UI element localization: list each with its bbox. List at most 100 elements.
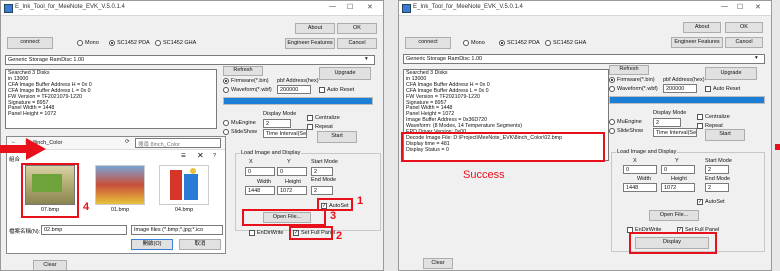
title-bar: E_Ink_Tool_for_MeeNote_EVK_V.5.0.1.4 — ☐… [1, 1, 383, 16]
chevron-down-icon: ▾ [365, 56, 368, 62]
close-icon[interactable]: ✕ [755, 3, 761, 11]
log-line: Panel Height = 1072 [8, 111, 57, 118]
storage-select[interactable]: Generic Storage RamDisc 1.00 [403, 54, 765, 64]
end-mode-input[interactable]: 2 [311, 186, 333, 195]
x-label: X [249, 159, 253, 165]
view-icon[interactable]: ☰ [181, 153, 186, 159]
open-file-button[interactable]: Open File... [649, 210, 699, 221]
start-button[interactable]: Start [317, 131, 357, 143]
sc1452-gha-label: SC1452 GHA [163, 40, 197, 46]
file-thumb-01[interactable] [95, 165, 145, 205]
dialog-search-input[interactable]: 搜尋 8inch_Color [135, 138, 221, 148]
height-input[interactable]: 1072 [661, 183, 695, 192]
waveform-radio[interactable] [609, 86, 615, 92]
start-button[interactable]: Start [705, 129, 745, 141]
end-mode-input[interactable]: 2 [705, 183, 729, 192]
x-input[interactable]: 0 [245, 167, 275, 176]
help-icon[interactable]: ? [213, 153, 216, 159]
annotation-box-log-result [401, 132, 605, 162]
display-mode-select[interactable]: 2 [263, 119, 291, 128]
firmware-radio[interactable] [223, 78, 229, 84]
start-mode-input[interactable]: 2 [311, 167, 333, 176]
refresh-icon[interactable]: ⟳ [125, 139, 130, 145]
status-log: Searched 3 Disks in 13000 CFA Image Buff… [5, 69, 217, 129]
engineer-features-button[interactable]: Engineer Features [671, 37, 723, 48]
mono-radio[interactable] [463, 40, 469, 46]
auto-reset-checkbox[interactable] [319, 87, 325, 93]
endirwrite-label: EnDirWrite [257, 230, 284, 236]
waveform-radio[interactable] [223, 87, 229, 93]
start-mode-input[interactable]: 2 [705, 165, 729, 174]
cancel-button[interactable]: Cancel [337, 38, 377, 49]
repeat-checkbox[interactable] [307, 124, 313, 130]
success-annotation: Success [463, 169, 505, 181]
slideshow-radio[interactable] [223, 129, 229, 135]
maximize-icon[interactable]: ☐ [737, 3, 743, 11]
centralize-checkbox[interactable] [697, 114, 703, 120]
width-input[interactable]: 1448 [245, 186, 275, 195]
clear-button[interactable]: Clear [423, 258, 453, 269]
sc1452-pda-radio[interactable] [499, 40, 505, 46]
close-icon[interactable]: ✕ [367, 3, 373, 11]
height-input[interactable]: 1072 [277, 186, 307, 195]
auto-reset-checkbox[interactable] [705, 86, 711, 92]
annotation-box-selected-file [21, 163, 79, 218]
dialog-cancel-button[interactable]: 取消 [179, 239, 221, 250]
height-label: Height [285, 179, 301, 185]
connect-button[interactable]: connect [7, 37, 53, 49]
sc1452-pda-radio[interactable] [109, 40, 115, 46]
time-interval-input[interactable]: Time Interval(Secs) [653, 128, 697, 137]
sc1452-gha-radio[interactable] [155, 40, 161, 46]
upgrade-button[interactable]: Upgrade [705, 67, 757, 80]
autoset-checkbox[interactable]: ✓ [697, 199, 703, 205]
file-name-01: 01.bmp [110, 207, 130, 213]
slideshow-radio[interactable] [609, 128, 615, 134]
cancel-button[interactable]: Cancel [725, 37, 763, 48]
end-mode-label: End Mode [311, 177, 337, 183]
maximize-icon[interactable]: ☐ [347, 3, 353, 11]
mono-radio[interactable] [77, 40, 83, 46]
engineer-features-button[interactable]: Engineer Features [285, 38, 335, 49]
display-mode-label: Display Mode [653, 110, 687, 116]
ok-button[interactable]: OK [337, 23, 377, 34]
refresh-button[interactable]: Refresh [223, 66, 263, 76]
waveform-label: Waveform(*.wbf) [231, 87, 272, 93]
file-type-filter[interactable]: Image files (*.bmp;*.jpg;*.ico [131, 225, 223, 235]
display-mode-label: Display Mode [263, 111, 297, 117]
sc1452-gha-radio[interactable] [545, 40, 551, 46]
firmware-radio[interactable] [609, 77, 615, 83]
sc1452-pda-label: SC1452 PDA [507, 40, 540, 46]
progress-bar [609, 96, 765, 104]
mu-engine-radio[interactable] [609, 119, 615, 125]
y-input[interactable]: 0 [661, 165, 695, 174]
upgrade-button[interactable]: Upgrade [319, 67, 371, 80]
repeat-label: Repeat [315, 124, 333, 130]
dialog-close-icon[interactable]: ✕ [197, 151, 204, 160]
file-thumb-04[interactable] [159, 165, 209, 205]
time-interval-input[interactable]: Time Interval(Secs) [263, 129, 307, 138]
connect-button[interactable]: connect [405, 37, 451, 49]
clear-button[interactable]: Clear [33, 260, 67, 270]
mu-engine-radio[interactable] [223, 120, 229, 126]
refresh-button[interactable]: Refresh [609, 65, 649, 75]
endirwrite-checkbox[interactable] [249, 230, 255, 236]
minimize-icon[interactable]: — [329, 3, 336, 10]
waveform-address-input[interactable]: 200000 [663, 84, 697, 93]
filename-input[interactable]: 02.bmp [41, 225, 127, 235]
waveform-address-input[interactable]: 200000 [277, 85, 311, 94]
about-button[interactable]: About [683, 22, 721, 33]
width-input[interactable]: 1448 [623, 183, 657, 192]
x-input[interactable]: 0 [623, 165, 657, 174]
minimize-icon[interactable]: — [721, 3, 728, 10]
height-label: Height [671, 176, 687, 182]
repeat-checkbox[interactable] [697, 123, 703, 129]
annotation-box-set-full-panel [289, 226, 333, 240]
ok-button[interactable]: OK [725, 22, 763, 33]
about-button[interactable]: About [295, 23, 335, 34]
firmware-address-label: pbf Address(hex) [277, 78, 319, 84]
y-input[interactable]: 0 [277, 167, 307, 176]
centralize-checkbox[interactable] [307, 115, 313, 121]
dialog-open-button[interactable]: 開啟(O) [131, 239, 173, 250]
storage-select[interactable]: Generic Storage RamDisc 1.00 [5, 55, 375, 65]
display-mode-select[interactable]: 2 [653, 118, 681, 127]
